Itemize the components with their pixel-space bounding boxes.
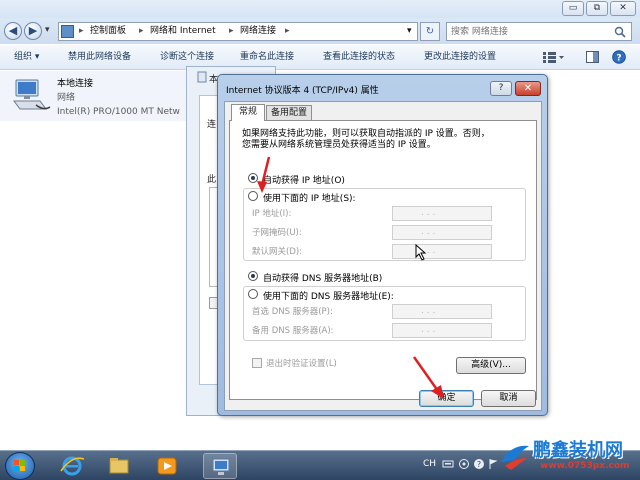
organize-menu[interactable]: 组织 ▾: [14, 45, 39, 70]
alternate-dns-dots: . . .: [421, 325, 436, 335]
help-icon[interactable]: ?: [473, 458, 485, 470]
view-status-button[interactable]: 查看此连接的状态: [323, 45, 395, 70]
close-button[interactable]: ✕: [610, 1, 636, 16]
command-toolbar: 组织 ▾ 禁用此网络设备 诊断这个连接 重命名此连接 查看此连接的状态 更改此连…: [0, 45, 640, 70]
start-orb-icon[interactable]: [5, 452, 35, 480]
preferred-dns-label: 首选 DNS 服务器(P):: [252, 307, 333, 317]
view-options-icon[interactable]: [543, 52, 565, 63]
maximize-button[interactable]: ⧉: [586, 1, 608, 16]
breadcrumb-control-panel[interactable]: 控制面板: [90, 23, 126, 40]
crumb-separator: ▸: [79, 26, 84, 36]
watermark-brand: 鹏鑫装机网: [533, 440, 623, 461]
network-adapter-icon: [13, 79, 51, 110]
address-row: ◀ ▶ ▾ ▸ 控制面板 ▸ 网络和 Internet ▸ 网络连接 ▸ ▾ ↻: [0, 18, 640, 44]
media-player-icon[interactable]: [150, 453, 184, 479]
preferred-dns-dots: . . .: [421, 306, 436, 316]
crumb-separator: ▸: [285, 26, 290, 36]
forward-button[interactable]: ▶: [24, 22, 42, 40]
subnet-mask-dots: . . .: [421, 227, 436, 237]
default-gateway-label: 默认网关(D):: [252, 247, 303, 257]
network-connections-icon[interactable]: [203, 453, 237, 479]
language-indicator[interactable]: CH: [423, 459, 436, 469]
ip-address-field[interactable]: . . .: [392, 206, 492, 221]
local-connection-item[interactable]: 本地连接 网络 Intel(R) PRO/1000 MT Netw: [0, 71, 190, 121]
file-explorer-icon[interactable]: [102, 453, 136, 479]
breadcrumb-network-internet[interactable]: 网络和 Internet: [150, 23, 216, 40]
connection-adapter: Intel(R) PRO/1000 MT Netw: [57, 107, 180, 117]
manual-dns-label[interactable]: 使用下面的 DNS 服务器地址(E):: [263, 289, 396, 302]
properties-connect-label: 连: [207, 120, 217, 130]
crumb-separator: ▸: [229, 26, 234, 36]
dialog-help-button[interactable]: ?: [490, 81, 512, 96]
mouse-cursor-icon: [415, 244, 427, 261]
dialog-close-button[interactable]: ✕: [515, 81, 541, 96]
properties-window-icon: [197, 71, 207, 83]
preferred-dns-field[interactable]: . . .: [392, 304, 492, 319]
ip-address-dots: . . .: [421, 208, 436, 218]
red-arrow-icon: [257, 156, 271, 193]
preview-pane-icon[interactable]: [586, 51, 599, 63]
search-input[interactable]: [451, 25, 611, 38]
dialog-body: 常规 备用配置 如果网络支持此功能，则可以获取自动指派的 IP 设置。否则， 您…: [224, 101, 542, 411]
minimize-button[interactable]: ▭: [562, 1, 584, 16]
cancel-button[interactable]: 取消: [481, 390, 536, 407]
search-icon[interactable]: [614, 26, 626, 38]
manual-ip-label[interactable]: 使用下面的 IP 地址(S):: [263, 191, 358, 204]
connection-network: 网络: [57, 93, 76, 103]
refresh-button[interactable]: ↻: [420, 22, 440, 41]
watermark-logo-icon: [501, 445, 529, 470]
auto-ip-label[interactable]: 自动获得 IP 地址(O): [263, 173, 345, 186]
description-line-1: 如果网络支持此功能，则可以获取自动指派的 IP 设置。否则，: [242, 129, 490, 139]
validate-label[interactable]: 退出时验证设置(L): [266, 357, 337, 369]
ime-icon[interactable]: [458, 458, 470, 470]
disable-device-button[interactable]: 禁用此网络设备: [68, 45, 131, 70]
breadcrumb-network-connections[interactable]: 网络连接: [240, 23, 276, 40]
watermark-url: www.0753px.com: [540, 461, 630, 471]
auto-dns-label[interactable]: 自动获得 DNS 服务器地址(B): [263, 271, 382, 284]
auto-dns-radio[interactable]: [248, 271, 258, 281]
back-button[interactable]: ◀: [4, 22, 22, 40]
windows-logo-icon: [14, 460, 25, 471]
validate-checkbox[interactable]: [252, 358, 262, 368]
svg-text:?: ?: [616, 54, 621, 64]
red-arrow-icon: [412, 356, 444, 399]
connection-name: 本地连接: [57, 79, 94, 89]
tab-general[interactable]: 常规: [231, 104, 265, 121]
recent-pages-dropdown[interactable]: ▾: [45, 25, 50, 35]
subnet-mask-label: 子网掩码(U):: [252, 228, 302, 238]
svg-text:?: ?: [477, 460, 481, 469]
properties-items-label: 此: [207, 175, 217, 185]
internet-explorer-icon[interactable]: [55, 453, 89, 479]
tab-alternate-config[interactable]: 备用配置: [266, 105, 312, 120]
manual-dns-radio[interactable]: [248, 289, 258, 299]
keyboard-icon[interactable]: [442, 458, 454, 470]
search-box[interactable]: [446, 22, 632, 41]
crumb-separator: ▸: [139, 26, 144, 36]
address-dropdown-icon[interactable]: ▾: [407, 23, 412, 40]
general-tab-panel: 如果网络支持此功能，则可以获取自动指派的 IP 设置。否则， 您需要从网络系统管…: [229, 120, 537, 400]
description-line-2: 您需要从网络系统管理员处获得适当的 IP 设置。: [242, 140, 436, 150]
advanced-button[interactable]: 高级(V)...: [456, 357, 526, 374]
address-bar[interactable]: ▸ 控制面板 ▸ 网络和 Internet ▸ 网络连接 ▸ ▾: [58, 22, 418, 41]
alternate-dns-label: 备用 DNS 服务器(A):: [252, 326, 334, 336]
explorer-titlebar: ▭ ⧉ ✕: [0, 0, 640, 18]
subnet-mask-field[interactable]: . . .: [392, 225, 492, 240]
change-settings-button[interactable]: 更改此连接的设置: [424, 45, 496, 70]
ip-address-label: IP 地址(I):: [252, 209, 292, 219]
default-gateway-field[interactable]: . . .: [392, 244, 492, 259]
tcpip-properties-dialog: Internet 协议版本 4 (TCP/IPv4) 属性 ? ✕ 常规 备用配…: [217, 74, 548, 416]
control-panel-icon: [61, 25, 74, 38]
help-icon[interactable]: ?: [612, 50, 626, 64]
dialog-title: Internet 协议版本 4 (TCP/IPv4) 属性: [226, 86, 379, 96]
alternate-dns-field[interactable]: . . .: [392, 323, 492, 338]
